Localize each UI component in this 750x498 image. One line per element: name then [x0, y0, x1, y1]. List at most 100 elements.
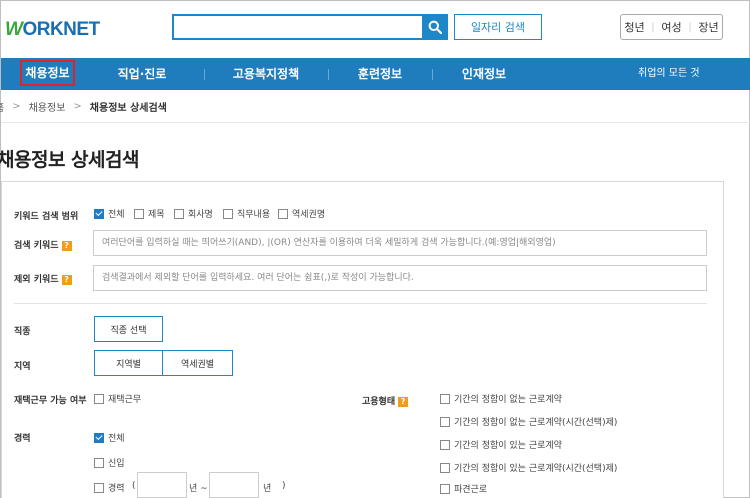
job-type-label: 직종: [14, 327, 31, 337]
keyword-scope-label: 키워드 검색 범위: [14, 212, 79, 222]
employment-type-label: 고용형태?: [362, 394, 409, 407]
checkbox: [440, 439, 450, 450]
logo-w: W: [5, 19, 23, 40]
checkbox: [440, 393, 450, 404]
chevron-right-icon: >: [12, 100, 21, 112]
checkbox-label: 회사명: [188, 210, 213, 220]
detail-search-form: 키워드 검색 범위 전체 제목 회사명 직무내용 역세권명 검색 키워드? 여러…: [1, 181, 724, 498]
divider: [1, 122, 750, 123]
user-group-senior[interactable]: 장년: [698, 19, 718, 35]
checkbox-label: 전체: [108, 434, 125, 444]
career-years-unit-1: 년 ~: [189, 484, 208, 494]
checkbox-label: 기간의 정함이 없는 근로계약(시간(선택)제): [454, 418, 618, 428]
help-icon[interactable]: ?: [398, 396, 409, 407]
worknet-logo[interactable]: WORKNET: [5, 19, 100, 41]
search-keyword-input[interactable]: 여러단어를 입력하실 때는 띄어쓰기(AND), |(OR) 연산자를 이용하여…: [93, 230, 707, 256]
career-checkbox-experienced[interactable]: 경력: [94, 481, 125, 494]
page-title: 채용정보 상세검색: [0, 149, 139, 171]
breadcrumb-jobs[interactable]: 채용정보: [29, 99, 66, 114]
nav-item-training[interactable]: 훈련정보: [335, 58, 425, 90]
career-years-max-input[interactable]: [209, 472, 259, 498]
scope-checkbox-all[interactable]: 전체: [94, 207, 125, 220]
divider: [14, 303, 707, 304]
employment-option-5[interactable]: 파견근로: [440, 482, 487, 495]
checkbox: [223, 208, 233, 219]
employment-option-4[interactable]: 기간의 정함이 있는 근로계약(시간(선택)제): [440, 461, 617, 474]
career-checkbox-all[interactable]: 전체: [94, 431, 125, 444]
checkbox: [94, 393, 104, 404]
checkbox: [440, 462, 450, 473]
employment-option-1[interactable]: 기간의 정함이 없는 근로계약: [440, 392, 562, 405]
scope-checkbox-company[interactable]: 회사명: [174, 207, 213, 220]
main-nav: 직업·진로 고용복지정책 훈련정보 인재정보 취업의 모든 것: [1, 58, 750, 90]
remote-work-checkbox[interactable]: 재택근무: [94, 392, 141, 405]
checkbox-checked: [94, 432, 104, 443]
exclude-keyword-input[interactable]: 검색결과에서 제외할 단어를 입력하세요. 여러 단어는 쉼표(,)로 작성이 …: [93, 265, 707, 291]
checkbox: [174, 208, 184, 219]
user-group-menu: 청년 | 여성 | 장년: [620, 14, 723, 40]
career-years-min-input[interactable]: [137, 472, 187, 498]
checkbox-label: 직무내용: [237, 210, 271, 220]
nav-item-career[interactable]: 직업·진로: [87, 58, 197, 90]
checkbox-label: 기간의 정함이 있는 근로계약: [454, 441, 562, 451]
employment-option-3[interactable]: 기간의 정함이 있는 근로계약: [440, 438, 562, 451]
logo-text: ORKNET: [22, 19, 100, 40]
job-search-button[interactable]: 일자리 검색: [454, 14, 542, 40]
nav-item-welfare[interactable]: 고용복지정책: [211, 58, 321, 90]
checkbox-label: 제목: [148, 210, 165, 220]
checkbox: [134, 208, 144, 219]
career-years-unit-2: 년: [263, 484, 272, 494]
checkbox-label: 경력: [108, 484, 125, 494]
job-type-select-button[interactable]: 직종 선택: [94, 316, 163, 342]
scope-checkbox-station[interactable]: 역세권명: [278, 207, 325, 220]
nav-all-services[interactable]: 취업의 모든 것: [638, 58, 700, 90]
search-icon: [428, 20, 442, 34]
divider: |: [651, 21, 655, 33]
search-keyword-label-text: 검색 키워드: [14, 241, 59, 251]
divider: |: [688, 21, 692, 33]
checkbox-label: 파견근로: [454, 485, 488, 495]
nav-divider: [204, 69, 205, 80]
search-input[interactable]: [172, 14, 447, 40]
scope-checkbox-duty[interactable]: 직무내용: [223, 207, 270, 220]
checkbox-label: 기간의 정함이 있는 근로계약(시간(선택)제): [454, 464, 618, 474]
breadcrumb-home[interactable]: 홈: [0, 99, 4, 114]
region-button[interactable]: 지역별: [94, 350, 163, 376]
career-checkbox-new[interactable]: 신입: [94, 456, 125, 469]
help-icon[interactable]: ?: [61, 274, 72, 285]
nav-divider: [432, 69, 433, 80]
user-group-women[interactable]: 여성: [661, 19, 681, 35]
nav-divider: [328, 69, 329, 80]
region-label: 지역: [14, 362, 31, 372]
breadcrumb: 홈 > 채용정보 > 채용정보 상세검색: [0, 99, 167, 114]
checkbox: [440, 483, 450, 494]
nav-item-jobs[interactable]: 채용정보: [20, 60, 75, 86]
station-area-button[interactable]: 역세권별: [162, 350, 233, 376]
checkbox-label: 신입: [108, 459, 125, 469]
checkbox: [94, 482, 104, 493]
checkbox-label: 전체: [108, 210, 125, 220]
checkbox: [278, 208, 288, 219]
chevron-right-icon: >: [73, 100, 82, 112]
employment-type-label-text: 고용형태: [362, 397, 396, 407]
scope-checkbox-title[interactable]: 제목: [134, 207, 165, 220]
nav-item-talent[interactable]: 인재정보: [439, 58, 529, 90]
nav-item-jobs-label: 채용정보: [25, 66, 70, 80]
breadcrumb-current: 채용정보 상세검색: [89, 102, 167, 114]
user-group-youth[interactable]: 청년: [624, 19, 644, 35]
checkbox-label: 기간의 정함이 없는 근로계약: [454, 395, 562, 405]
checkbox-label: 재택근무: [108, 395, 142, 405]
checkbox-label: 역세권명: [292, 210, 326, 220]
exclude-keyword-label: 제외 키워드?: [14, 272, 72, 285]
employment-option-2[interactable]: 기간의 정함이 없는 근로계약(시간(선택)제): [440, 415, 617, 428]
checkbox: [94, 457, 104, 468]
search-button[interactable]: [422, 14, 448, 40]
exclude-keyword-label-text: 제외 키워드: [14, 275, 59, 285]
paren-close: ): [282, 481, 286, 491]
search-keyword-label: 검색 키워드?: [14, 238, 72, 251]
help-icon[interactable]: ?: [61, 240, 72, 251]
remote-work-label: 재택근무 가능 여부: [14, 396, 87, 406]
checkbox: [440, 416, 450, 427]
checkbox-checked: [94, 208, 104, 219]
career-label: 경력: [14, 434, 31, 444]
